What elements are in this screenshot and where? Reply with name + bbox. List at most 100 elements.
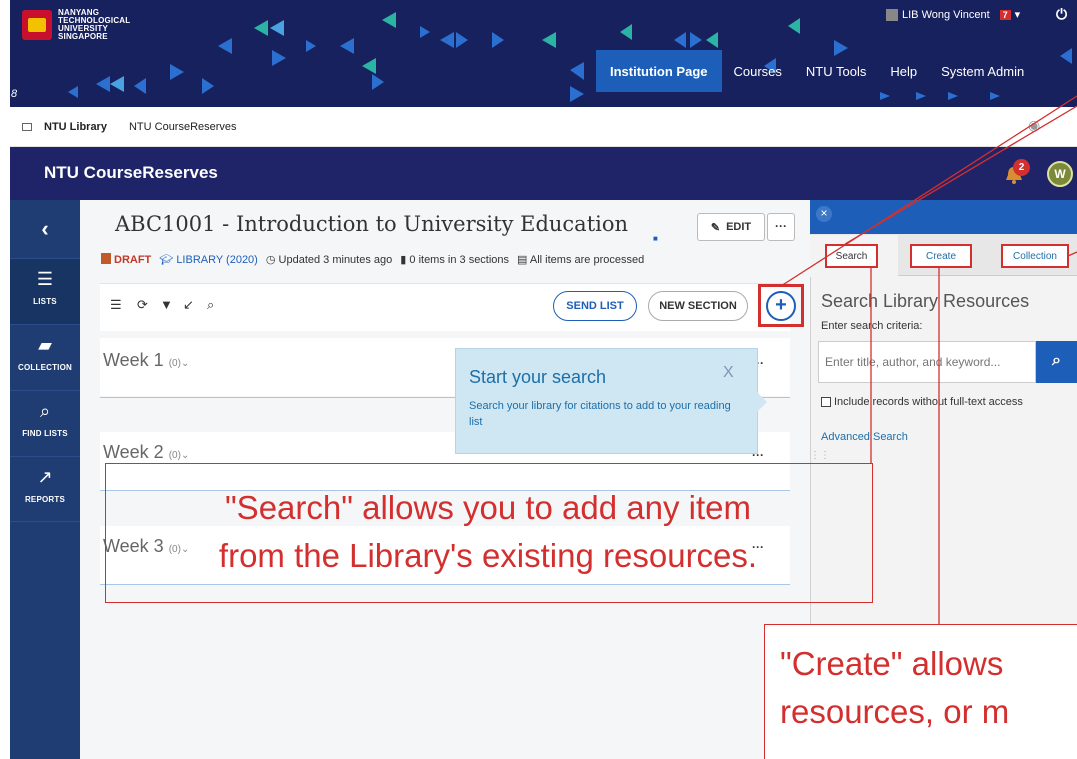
- chevron-down-icon[interactable]: ⌄: [181, 358, 189, 369]
- send-list-button[interactable]: SEND LIST: [553, 291, 637, 321]
- updated-info: ◷ Updated 3 minutes ago: [266, 253, 392, 266]
- user-badge: 7: [999, 9, 1011, 20]
- copy-icon[interactable]: ■: [653, 234, 658, 243]
- sidebar-item-lists[interactable]: ☰ LISTS: [10, 258, 80, 324]
- checkbox-label: Include records without full-text access: [834, 396, 1023, 408]
- search-icon: ⌕: [39, 401, 51, 421]
- notification-badge: 2: [1013, 159, 1030, 176]
- sidebar-item-label: LISTS: [33, 297, 57, 306]
- new-section-button[interactable]: NEW SECTION: [648, 291, 748, 321]
- more-options-button[interactable]: ···: [767, 213, 795, 241]
- eye-icon[interactable]: ◉: [1028, 117, 1040, 134]
- items-text: 0 items in 3 sections: [409, 254, 510, 266]
- search-input[interactable]: [818, 341, 1036, 383]
- library-link[interactable]: 🎓︎ LIBRARY (2020): [159, 253, 258, 266]
- sidebar-item-label: REPORTS: [24, 495, 66, 504]
- tab-create[interactable]: Create: [910, 244, 972, 268]
- edit-button[interactable]: ✎ EDIT: [697, 213, 765, 241]
- ntu-logo-crest: [22, 10, 52, 40]
- processed-info: ▤ All items are processed: [517, 253, 644, 266]
- edge-glyph: 8: [11, 88, 18, 100]
- logo-line: SINGAPORE: [58, 32, 108, 41]
- close-icon[interactable]: ×: [816, 206, 832, 222]
- user-menu[interactable]: LIB Wong Vincent 7 ▾: [886, 8, 1020, 21]
- breadcrumb: NTU Library NTU CourseReserves: [10, 107, 1077, 147]
- breadcrumb-item-ntu-library[interactable]: NTU Library: [44, 121, 107, 133]
- section-count: (0): [168, 358, 181, 369]
- sidebar-item-reports[interactable]: ↗ REPORTS: [10, 456, 80, 522]
- ntu-logo-text: NANYANG TECHNOLOGICAL UNIVERSITY SINGAPO…: [58, 9, 130, 41]
- top-nav: Institution Page Courses NTU Tools Help …: [596, 50, 1036, 92]
- section-label: Week 2: [103, 442, 164, 462]
- tab-collection[interactable]: Collection: [1001, 244, 1069, 268]
- sidebar-item-find-lists[interactable]: ⌕ FIND LISTS: [10, 390, 80, 456]
- filter-icon[interactable]: ▼: [160, 297, 173, 312]
- section-title: Week 1 (0)⌄: [103, 350, 189, 371]
- annotation-line: "Create" allows: [780, 645, 1004, 682]
- sidebar-item-label: COLLECTION: [18, 363, 72, 372]
- nav-ntu-tools[interactable]: NTU Tools: [794, 50, 878, 92]
- tooltip-arrow: [757, 392, 767, 412]
- close-icon[interactable]: X: [723, 364, 734, 382]
- panel-title: Search Library Resources: [821, 291, 1030, 311]
- library-text: LIBRARY (2020): [176, 254, 258, 266]
- section-count: (0): [168, 450, 181, 461]
- section-label: Week 1: [103, 350, 164, 370]
- caret-down-icon: ▾: [1014, 9, 1021, 21]
- edit-label: EDIT: [726, 221, 752, 233]
- sidebar-item-label: FIND LISTS: [22, 429, 68, 438]
- status-text: DRAFT: [114, 254, 152, 266]
- nav-institution-page[interactable]: Institution Page: [596, 50, 722, 92]
- advanced-search-link[interactable]: Advanced Search: [821, 431, 908, 443]
- annotation-line: "Search" allows you to add any item: [224, 489, 752, 526]
- pencil-icon: ✎: [710, 221, 721, 234]
- search-icon: ⌕: [1052, 352, 1061, 369]
- avatar[interactable]: W: [1047, 161, 1073, 187]
- list-meta: DRAFT 🎓︎ LIBRARY (2020) ◷ Updated 3 minu…: [101, 253, 644, 266]
- tab-search[interactable]: Search: [825, 244, 878, 268]
- chevron-down-icon[interactable]: ⌄: [181, 450, 189, 461]
- list-icon: ☰: [36, 269, 54, 289]
- folder-icon: ▰: [38, 335, 52, 355]
- collapse-icon[interactable]: ↙: [183, 297, 194, 313]
- updated-text: Updated 3 minutes ago: [278, 254, 393, 266]
- search-annotation-text: "Search" allows you to add any item from…: [107, 484, 869, 580]
- create-annotation-text: "Create" allows resources, or m: [780, 640, 1009, 736]
- add-button-highlight: [758, 284, 804, 327]
- tooltip-body: Search your library for citations to add…: [469, 400, 731, 428]
- list-view-icon[interactable]: ☰: [110, 297, 122, 313]
- nav-help[interactable]: Help: [878, 50, 929, 92]
- table-icon: ▤: [517, 254, 528, 266]
- panel-subtitle: Enter search criteria:: [821, 320, 923, 332]
- nav-courses[interactable]: Courses: [722, 50, 794, 92]
- annotation-line: resources, or m: [780, 693, 1010, 730]
- document-icon: [101, 253, 111, 264]
- collapse-chevron-icon[interactable]: ‹: [10, 200, 80, 258]
- breadcrumb-item-coursereserves[interactable]: NTU CourseReserves: [129, 121, 237, 133]
- include-records-checkbox[interactable]: [821, 397, 831, 407]
- search-icon[interactable]: ⌕: [207, 297, 214, 313]
- items-info: ▮ 0 items in 3 sections: [400, 253, 509, 266]
- graduation-cap-icon: 🎓︎: [159, 254, 174, 266]
- annotation-line: from the Library's existing resources.: [218, 537, 758, 574]
- window-icon: [22, 122, 32, 131]
- chart-icon: ↗: [37, 467, 53, 487]
- nav-system-admin[interactable]: System Admin: [929, 50, 1036, 92]
- user-name: LIB Wong Vincent: [902, 8, 990, 21]
- refresh-icon[interactable]: ⟳: [137, 297, 148, 313]
- drag-handle-icon[interactable]: ⋮⋮: [810, 450, 830, 461]
- full-text-checkbox-row[interactable]: Include records without full-text access: [821, 396, 1023, 408]
- processed-text: All items are processed: [529, 254, 645, 266]
- search-button[interactable]: ⌕: [1036, 341, 1077, 383]
- clock-icon: ◷: [265, 254, 276, 266]
- section-title: Week 2 (0)⌄: [103, 442, 189, 463]
- power-icon[interactable]: ⏻: [1056, 6, 1067, 23]
- panel-header: [810, 200, 1077, 234]
- tooltip-title: Start your search: [469, 367, 607, 387]
- book-icon: ▮: [400, 254, 407, 266]
- page-title: ABC1001 - Introduction to University Edu…: [115, 212, 629, 236]
- user-avatar: [886, 8, 898, 21]
- status-badge: DRAFT: [101, 253, 151, 266]
- sidebar-item-collection[interactable]: ▰ COLLECTION: [10, 324, 80, 390]
- app-title: NTU CourseReserves: [44, 163, 218, 182]
